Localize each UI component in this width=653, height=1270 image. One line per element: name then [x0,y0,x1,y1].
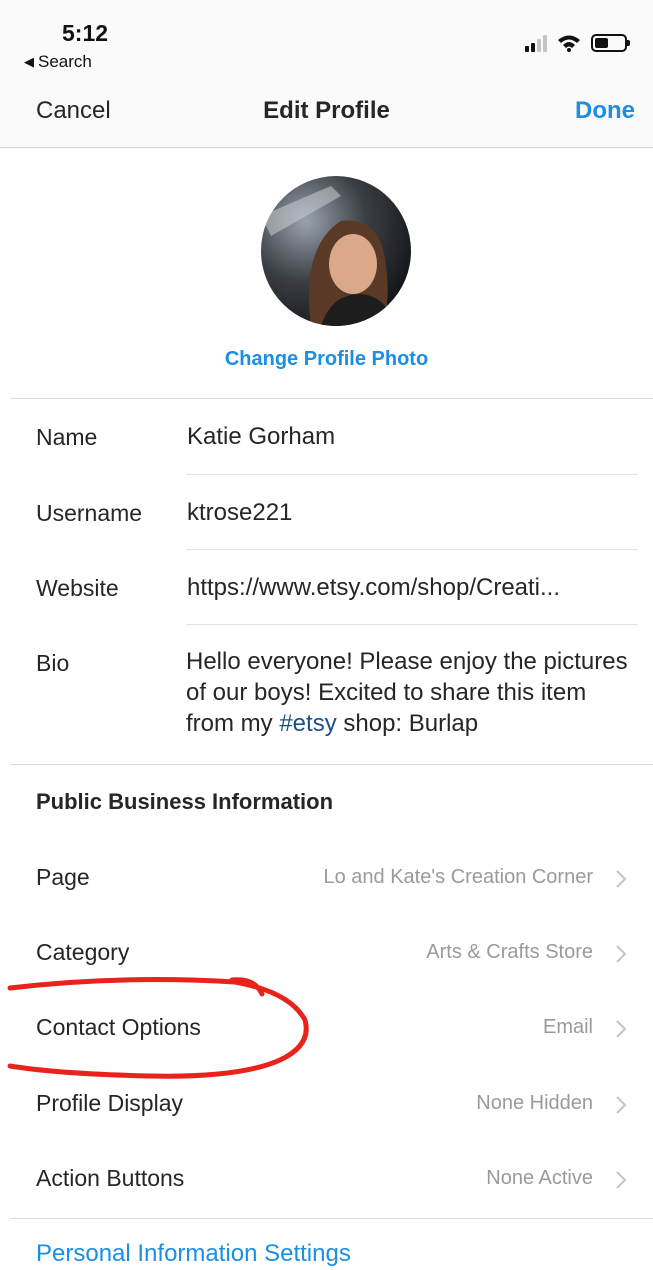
wifi-icon [558,35,580,52]
website-field[interactable]: https://www.etsy.com/shop/Creati... [187,574,560,602]
row-label: Category [36,939,130,965]
row-label: Profile Display [36,1090,183,1116]
row-value: Arts & Crafts Store [426,941,593,963]
change-profile-photo-button[interactable]: Change Profile Photo [0,348,653,371]
row-value: None Hidden [476,1092,593,1114]
row-label: Page [36,864,90,890]
chevron-right-icon [616,1096,627,1114]
row-page[interactable]: Page Lo and Kate's Creation Corner [0,842,653,918]
chevron-right-icon [616,945,627,963]
row-contact-options[interactable]: Contact Options Email [0,992,653,1068]
row-value: Email [542,1016,593,1038]
cellular-signal-icon [525,34,547,52]
website-label: Website [36,575,119,601]
row-value: None Active [486,1167,593,1189]
bio-field[interactable]: Hello everyone! Please enjoy the picture… [186,646,636,739]
avatar[interactable] [261,176,411,326]
row-profile-display[interactable]: Profile Display None Hidden [0,1068,653,1144]
divider [186,549,638,550]
back-triangle-icon: ◀ [24,54,34,69]
done-button[interactable]: Done [575,97,635,125]
chevron-right-icon [616,870,627,888]
row-label: Action Buttons [36,1165,185,1191]
status-time: 5:12 [62,20,109,46]
bio-hashtag[interactable]: #etsy [279,710,336,737]
page-title: Edit Profile [263,97,390,124]
row-value: Lo and Kate's Creation Corner [323,866,593,888]
chevron-right-icon [616,1171,627,1189]
section-title-business: Public Business Information [36,789,334,814]
battery-icon [591,34,630,52]
divider [186,624,638,625]
divider [10,764,653,765]
divider [186,474,638,475]
row-label: Contact Options [36,1014,201,1040]
name-label: Name [36,424,98,450]
profile-photo-image [261,176,411,326]
bio-label: Bio [36,650,70,676]
status-icons [525,30,630,52]
divider [10,1218,653,1219]
row-category[interactable]: Category Arts & Crafts Store [0,917,653,993]
personal-information-settings-link[interactable]: Personal Information Settings [36,1240,351,1268]
row-action-buttons[interactable]: Action Buttons None Active [0,1143,653,1219]
name-field[interactable]: Katie Gorham [187,423,335,451]
divider [10,398,653,399]
status-bar: 5:12 ◀ Search [0,0,653,78]
nav-bar: Cancel Edit Profile Done [0,78,653,148]
back-to-search-link[interactable]: ◀ Search [24,52,92,72]
username-label: Username [36,500,143,526]
back-search-label: Search [38,52,92,71]
username-field[interactable]: ktrose221 [187,499,292,527]
chevron-right-icon [616,1020,627,1038]
bio-text-end: shop: Burlap [336,710,479,737]
